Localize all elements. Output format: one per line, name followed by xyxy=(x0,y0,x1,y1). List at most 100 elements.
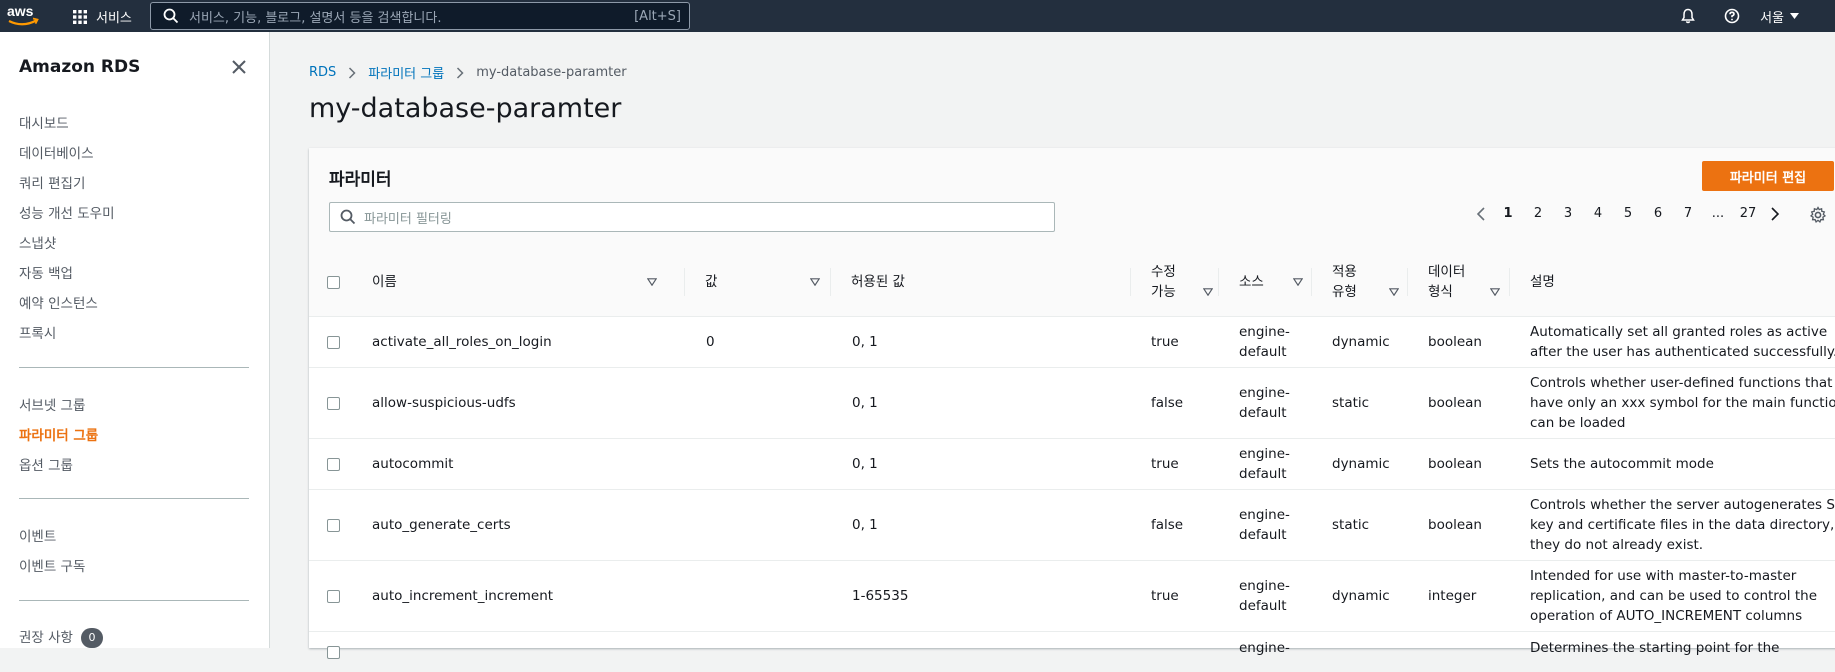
column-header-description[interactable]: 설명 xyxy=(1510,248,1835,316)
sidebar-item-subnet-groups[interactable]: 서브넷 그룹 xyxy=(19,394,85,414)
table-row[interactable]: allow-suspicious-udfs 0, 1 false engine-… xyxy=(309,368,1835,439)
cell-description: Controls whether user-defined functions … xyxy=(1530,368,1835,438)
column-header-apply-type[interactable]: 적용 유형 xyxy=(1312,248,1408,316)
table-preferences-button[interactable] xyxy=(1809,206,1827,228)
table-row[interactable]: autocommit 0, 1 true engine-default dyna… xyxy=(309,439,1835,490)
table-row[interactable]: auto_generate_certs 0, 1 false engine-de… xyxy=(309,490,1835,561)
panel-title: 파라미터 xyxy=(329,170,392,190)
table-row[interactable]: auto_increment_increment 1-65535 true en… xyxy=(309,561,1835,632)
cell-line-2: default xyxy=(1239,405,1287,421)
sidebar-divider xyxy=(19,498,249,499)
breadcrumb-link-rds[interactable]: RDS xyxy=(309,65,336,80)
column-header-allowed-values[interactable]: 허용된 값 xyxy=(831,248,1131,316)
previous-page-button[interactable] xyxy=(1469,206,1493,221)
cell-name: auto_increment_increment xyxy=(372,588,554,604)
parameter-filter-input[interactable]: 파라미터 필터링 xyxy=(329,202,1055,232)
sidebar-item-parameter-groups[interactable]: 파라미터 그룹 xyxy=(19,424,98,444)
sidebar-item-reserved-instances[interactable]: 예약 인스턴스 xyxy=(19,292,98,312)
sidebar-item-automated-backups[interactable]: 자동 백업 xyxy=(19,262,73,282)
cell-line-1: engine- xyxy=(1239,446,1290,462)
sidebar-divider xyxy=(19,600,249,601)
close-sidebar-button[interactable] xyxy=(230,58,248,76)
cell-name: auto_generate_certs xyxy=(372,517,511,533)
sidebar-item-query-editor[interactable]: 쿼리 편집기 xyxy=(19,172,85,192)
page-button-2[interactable]: 2 xyxy=(1523,206,1553,221)
cell-line-1: engine- xyxy=(1239,385,1290,401)
cell-name: allow-suspicious-udfs xyxy=(372,395,516,411)
notifications-button[interactable] xyxy=(1666,8,1710,24)
column-header-name[interactable]: 이름 xyxy=(357,248,685,316)
table-row[interactable]: engine- Determines the starting point fo… xyxy=(309,632,1835,672)
sidebar-item-label: 권장 사항 xyxy=(19,630,73,646)
column-header-label: 이름 xyxy=(372,274,397,290)
page-button-3[interactable]: 3 xyxy=(1553,206,1583,221)
sidebar-item-proxies[interactable]: 프록시 xyxy=(19,322,56,342)
sidebar-item-events[interactable]: 이벤트 xyxy=(19,525,56,545)
sidebar-item-dashboard[interactable]: 대시보드 xyxy=(19,112,69,132)
chevron-right-icon xyxy=(457,66,464,79)
region-selector[interactable]: 서울 xyxy=(1760,7,1799,26)
cell-source: engine-default xyxy=(1239,317,1290,367)
page-button-7[interactable]: 7 xyxy=(1673,206,1703,221)
row-select-cell xyxy=(327,439,357,489)
sort-icon xyxy=(1293,278,1303,286)
cell-source: engine-default xyxy=(1239,561,1290,631)
row-checkbox[interactable] xyxy=(327,518,340,532)
row-checkbox[interactable] xyxy=(327,335,340,349)
cell-data-type: boolean xyxy=(1428,395,1482,411)
next-page-button[interactable] xyxy=(1763,206,1787,221)
column-header-source[interactable]: 소스 xyxy=(1219,248,1312,316)
cell-allowed-values: 1-65535 xyxy=(852,588,909,604)
page-button-27[interactable]: 27 xyxy=(1733,206,1763,221)
cell-line: engine-default xyxy=(1239,322,1290,362)
table-header-row: 이름 값 허용된 값 수정 가능 소스 적용 유형 데이터 형식 설명 xyxy=(309,248,1835,317)
help-icon xyxy=(1724,8,1740,24)
aws-logo[interactable]: aws xyxy=(6,3,40,29)
cell-source: engine-default xyxy=(1239,368,1290,438)
sidebar-item-performance-insights[interactable]: 성능 개선 도우미 xyxy=(19,202,115,222)
cell-line: engine-default xyxy=(1239,383,1290,423)
breadcrumb: RDS 파라미터 그룹 my-database-paramter xyxy=(309,63,627,82)
cell-modifiable: true xyxy=(1151,588,1179,604)
sidebar-title[interactable]: Amazon RDS xyxy=(19,57,140,77)
cell-line: engine-default xyxy=(1239,576,1290,616)
global-search-input[interactable]: 서비스, 기능, 블로그, 설명서 등을 검색합니다. [Alt+S] xyxy=(150,2,690,30)
row-checkbox[interactable] xyxy=(327,589,340,603)
cell-description: Determines the starting point for the xyxy=(1530,640,1780,656)
breadcrumb-link-parameter-groups[interactable]: 파라미터 그룹 xyxy=(368,63,444,82)
recommendations-count-badge: 0 xyxy=(80,628,103,648)
page-button-5[interactable]: 5 xyxy=(1613,206,1643,221)
column-header-label: 수정 가능 xyxy=(1151,262,1176,302)
cell-description: Intended for use with master-to-master re… xyxy=(1530,561,1817,631)
sidebar-item-option-groups[interactable]: 옵션 그룹 xyxy=(19,454,73,474)
sort-icon xyxy=(647,278,657,286)
page-button-4[interactable]: 4 xyxy=(1583,206,1613,221)
table-row[interactable]: activate_all_roles_on_login 0 0, 1 true … xyxy=(309,317,1835,368)
page-button-1[interactable]: 1 xyxy=(1493,206,1523,221)
row-checkbox[interactable] xyxy=(327,396,340,410)
cell-apply-type: static xyxy=(1332,395,1370,411)
cell-line: engine-default xyxy=(1239,444,1290,484)
page-button-6[interactable]: 6 xyxy=(1643,206,1673,221)
select-all-checkbox[interactable] xyxy=(327,275,340,289)
sidebar-item-recommendations[interactable]: 권장 사항 0 xyxy=(19,626,103,648)
sidebar-item-databases[interactable]: 데이터베이스 xyxy=(19,142,94,162)
label-line: 데이터 xyxy=(1428,264,1466,280)
chevron-right-icon xyxy=(1771,206,1780,221)
desc-line-3: they do not already exist. xyxy=(1530,537,1704,553)
cell-line-2: default xyxy=(1239,598,1287,614)
column-header-label: 설명 xyxy=(1530,274,1555,290)
edit-parameters-button[interactable]: 파라미터 편집 xyxy=(1702,161,1834,191)
filter-placeholder: 파라미터 필터링 xyxy=(364,211,452,227)
column-header-data-type[interactable]: 데이터 형식 xyxy=(1408,248,1510,316)
column-header-modifiable[interactable]: 수정 가능 xyxy=(1131,248,1219,316)
sidebar-item-event-subscriptions[interactable]: 이벤트 구독 xyxy=(19,555,85,575)
sidebar-item-snapshots[interactable]: 스냅샷 xyxy=(19,232,56,252)
row-checkbox[interactable] xyxy=(327,457,340,471)
help-button[interactable] xyxy=(1710,8,1754,24)
cell-data-type: boolean xyxy=(1428,334,1482,350)
page-ellipsis: ... xyxy=(1711,206,1725,221)
column-header-value[interactable]: 값 xyxy=(685,248,831,316)
services-menu-button[interactable]: 서비스 xyxy=(72,7,132,26)
cell-line-2: default xyxy=(1239,344,1287,360)
